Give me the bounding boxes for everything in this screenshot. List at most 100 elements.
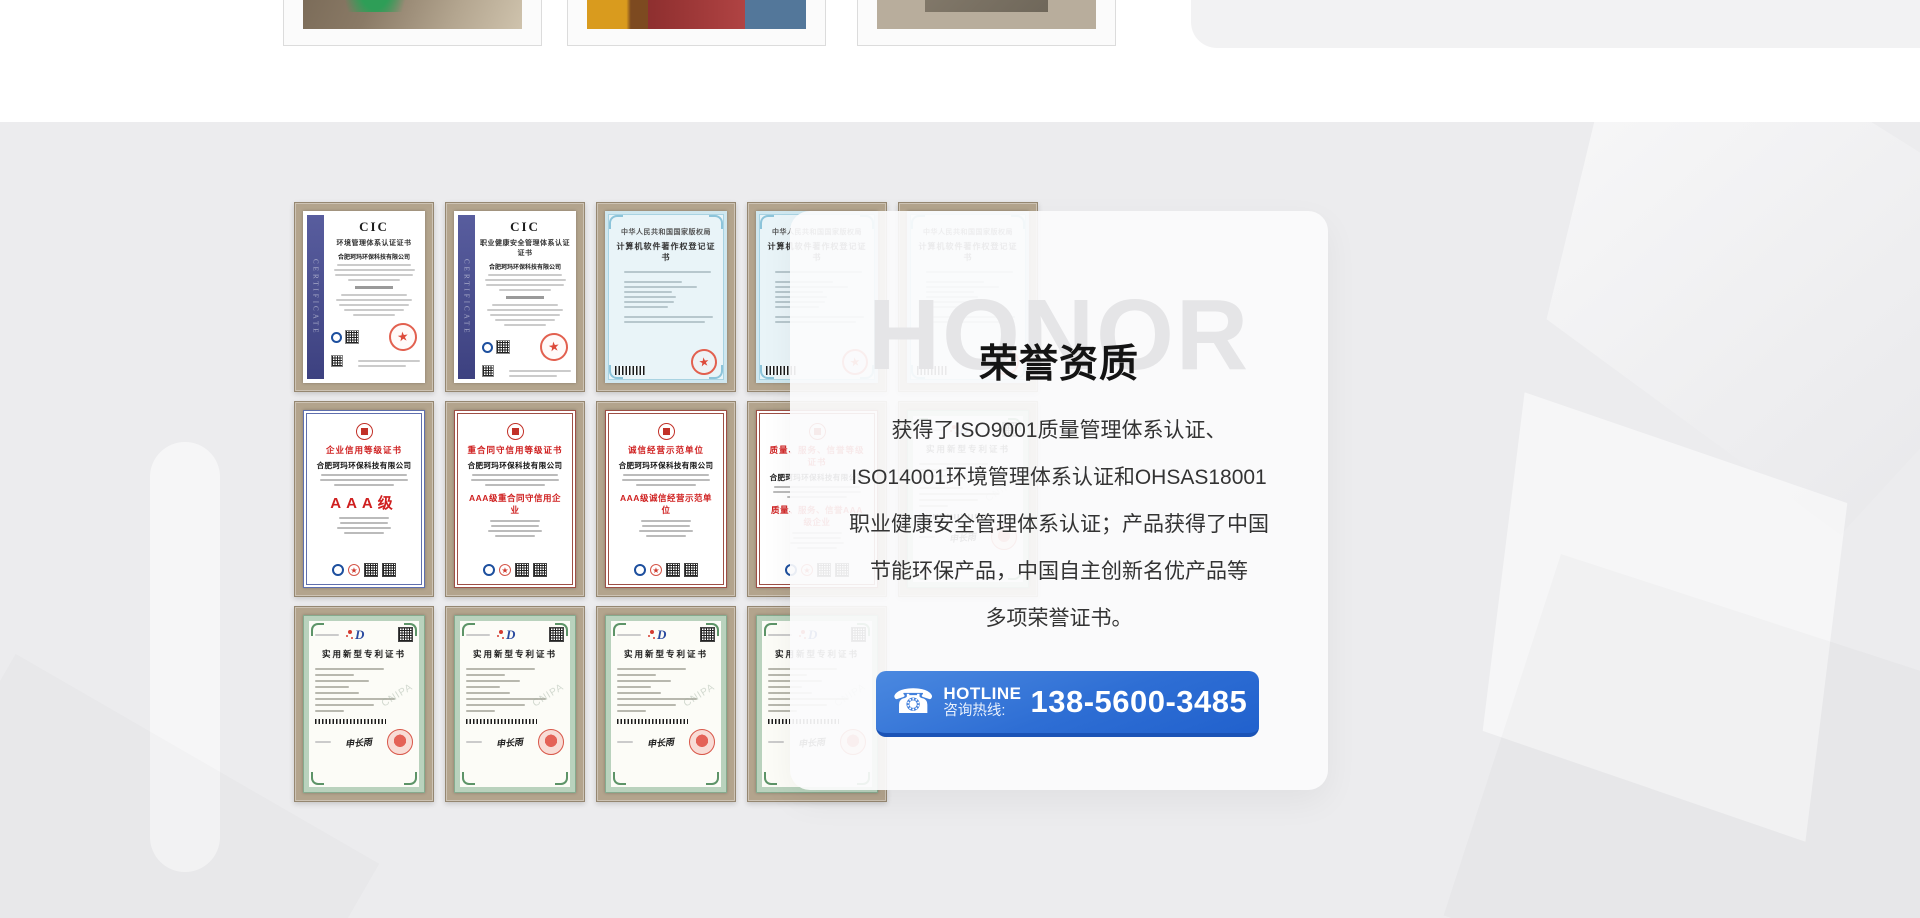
decor (348, 355, 417, 370)
decor (315, 692, 359, 694)
qr-code (496, 340, 510, 354)
decor (340, 522, 387, 524)
decor (315, 517, 413, 534)
decor: D (315, 627, 413, 642)
honor-section: CERTIFICATE CIC 环境管理体系认证证书 合肥珂玛环保科技有限公司 … (0, 122, 1920, 918)
decor (624, 301, 674, 303)
decor (321, 474, 407, 476)
certificate-thumbnail[interactable]: 企业信用等级证书 合肥珂玛环保科技有限公司 AAA级 ★ (294, 401, 434, 597)
decor (495, 319, 554, 321)
decor (315, 674, 354, 676)
corner-ornament-icon (613, 623, 626, 636)
decor: ★ (466, 563, 564, 577)
decor (624, 291, 672, 293)
red-seal-icon (387, 729, 413, 755)
decor (466, 680, 520, 682)
decor (617, 474, 715, 486)
certificate-title: 环境管理体系认证证书 (329, 238, 419, 248)
decor: CIC 职业健康安全管理体系认证证书 合肥珂玛环保科技有限公司 ★ (478, 211, 576, 383)
certificate-thumbnail[interactable]: CNIPA D 实用新型专利证书 申长雨 (596, 606, 736, 802)
certificate-thumbnail[interactable]: 诚信经营示范单位 合肥珂玛环保科技有限公司 AAA级诚信经营示范单位 ★ (596, 401, 736, 597)
issuing-authority: 中华人民共和国国家版权局 (614, 227, 718, 237)
certificate-thumbnail[interactable]: CNIPA D 实用新型专利证书 申长雨 (445, 606, 585, 802)
qr-code (331, 355, 343, 367)
decor (344, 532, 383, 534)
project-photo-card[interactable] (857, 0, 1116, 46)
qr-code (684, 563, 698, 577)
decor (466, 674, 505, 676)
decor (499, 289, 551, 291)
decor (617, 741, 633, 743)
decor (617, 520, 715, 537)
decor: 企业信用等级证书 合肥珂玛环保科技有限公司 AAA级 ★ (303, 410, 425, 588)
decor: 中华人民共和国国家版权局 计算机软件著作权登记证书 ★ (605, 211, 727, 383)
qr-code (345, 330, 359, 344)
project-photo-card[interactable] (567, 0, 826, 46)
certificate-thumbnail[interactable]: 重合同守信用等级证书 合肥珂玛环保科技有限公司 AAA级重合同守信用企业 ★ (445, 401, 585, 597)
project-photo (303, 0, 522, 29)
decor (358, 365, 406, 367)
decor: ★ (615, 349, 717, 375)
certificate-title: 职业健康安全管理体系认证证书 (480, 238, 570, 258)
decor (486, 284, 563, 286)
decor (335, 274, 412, 276)
decor: CERTIFICATE CIC 职业健康安全管理体系认证证书 合肥珂玛环保科技有… (454, 211, 576, 383)
decor (490, 314, 560, 316)
decor (315, 680, 369, 682)
credit-emblem-icon (658, 423, 675, 440)
adjacent-section-panel (1191, 0, 1920, 48)
corner-ornament-icon (404, 772, 417, 785)
decor (358, 360, 420, 362)
decor (641, 520, 692, 522)
decor (495, 535, 534, 537)
decor (334, 484, 395, 486)
corner-ornament-icon (311, 623, 324, 636)
corner-ornament-icon (706, 623, 719, 636)
certificate-thumbnail[interactable]: CERTIFICATE CIC 职业健康安全管理体系认证证书 合肥珂玛环保科技有… (445, 202, 585, 392)
decor (624, 306, 668, 308)
red-seal-icon (538, 729, 564, 755)
certificate-side-band: CERTIFICATE (307, 215, 324, 379)
decor (315, 686, 349, 688)
decor (344, 309, 403, 311)
barcode (466, 719, 537, 724)
certificate-grade: AAA级重合同守信用企业 (466, 492, 564, 516)
company-name: 合肥珂玛环保科技有限公司 (480, 262, 570, 271)
qr-code (666, 563, 680, 577)
decor: ★ (617, 563, 715, 577)
decor (490, 520, 541, 522)
certificate-thumbnail[interactable]: CERTIFICATE CIC 环境管理体系认证证书 合肥珂玛环保科技有限公司 … (294, 202, 434, 392)
official-signature: 申长雨 (495, 734, 523, 749)
honor-description: 获得了ISO9001质量管理体系认证、 ISO14001环境管理体系认证和OHS… (824, 407, 1294, 642)
project-photo-card[interactable] (283, 0, 542, 46)
decor (488, 530, 543, 532)
decor (639, 530, 694, 532)
qr-code (364, 563, 378, 577)
decor (509, 375, 557, 377)
project-photo (587, 0, 806, 29)
decor (355, 286, 393, 289)
barcode (617, 719, 688, 724)
decor (509, 370, 571, 372)
decor (624, 321, 705, 323)
decor (622, 479, 710, 481)
decor (341, 294, 408, 296)
decor (768, 741, 784, 743)
company-name: 合肥珂玛环保科技有限公司 (466, 460, 564, 471)
decor: D (466, 627, 564, 642)
decor: CNIPA D 实用新型专利证书 申长雨 (303, 615, 425, 793)
decor (487, 309, 563, 311)
decor (617, 674, 656, 676)
certificate-side-text: CERTIFICATE (463, 259, 471, 336)
corner-ornament-icon (404, 623, 417, 636)
decor (506, 296, 544, 299)
certificate-thumbnail[interactable]: CNIPA D 实用新型专利证书 申长雨 (294, 606, 434, 802)
corner-ornament-icon (609, 215, 623, 229)
decor (339, 304, 409, 306)
hotline-label-zh: 咨询热线: (943, 703, 1021, 720)
decor (485, 484, 546, 486)
cic-logo-icon (331, 332, 342, 343)
hotline-button[interactable]: ☎ HOTLINE 咨询热线: 138-5600-3485 (876, 671, 1259, 737)
hotline-number: 138-5600-3485 (1030, 684, 1247, 720)
certificate-thumbnail[interactable]: 中华人民共和国国家版权局 计算机软件著作权登记证书 ★ (596, 202, 736, 392)
